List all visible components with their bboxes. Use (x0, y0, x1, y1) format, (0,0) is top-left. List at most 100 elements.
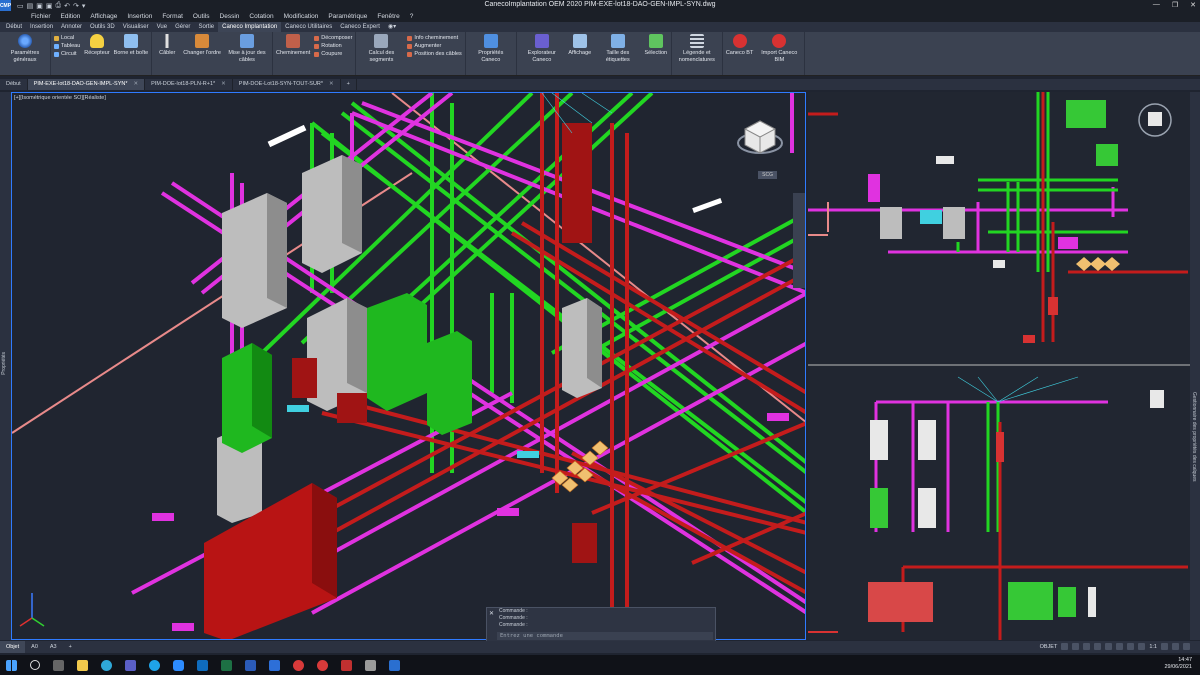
close-tab-icon[interactable]: ✕ (221, 79, 226, 90)
caneco-taskbar-icon[interactable] (389, 659, 400, 671)
tab-sortie[interactable]: Sortie (194, 22, 218, 32)
ucs-badge[interactable]: SCG (758, 171, 777, 179)
grid-icon[interactable] (1061, 643, 1069, 650)
affichage-button[interactable]: Affichage (568, 34, 592, 57)
menu-format[interactable]: Format (157, 13, 188, 20)
layer-properties-side-panel[interactable]: Gestionnaire des propriétés des calques (1190, 92, 1200, 640)
mise-a-jour-cables-button[interactable]: Mise à jour des câbles (225, 34, 269, 63)
menu-cotation[interactable]: Cotation (244, 13, 278, 20)
tableau-button[interactable]: Tableau (54, 43, 80, 49)
taille-etiquettes-button[interactable]: Taille des étiquettes (596, 34, 640, 63)
task-view-icon[interactable] (53, 659, 64, 671)
layout-tab-a3[interactable]: A3 (44, 641, 63, 653)
local-button[interactable]: Local (54, 35, 80, 41)
snap-icon[interactable] (1072, 643, 1080, 650)
parametres-generaux-button[interactable]: Paramètres généraux (3, 34, 47, 63)
skype-icon[interactable] (149, 659, 160, 671)
start-icon[interactable] (6, 659, 17, 671)
info-cheminement-button[interactable]: Info cheminement (407, 35, 461, 41)
menu-parametrique[interactable]: Paramétrique (323, 13, 372, 20)
doc-tab-syn-tout-sur[interactable]: PIM-DOE-Lot18-SYN-TOUT-SUR* ✕ (233, 79, 341, 90)
workspace-icon[interactable] (1161, 643, 1168, 650)
recepteur-button[interactable]: Récepteur (84, 34, 110, 57)
proprietes-caneco-button[interactable]: Propriétés Caneco (469, 34, 513, 63)
augmenter-button[interactable]: Augmenter (407, 43, 461, 49)
doc-tab-pln-r1[interactable]: PIM-DOE-lot18-PLN-R+1* ✕ (145, 79, 233, 90)
outlook-icon[interactable] (197, 659, 208, 671)
new-tab-button[interactable]: + (341, 79, 357, 90)
isolate-icon[interactable] (1172, 643, 1179, 650)
osnap-icon[interactable] (1105, 643, 1113, 650)
explorateur-caneco-button[interactable]: Explorateur Caneco (520, 34, 564, 63)
command-line-window[interactable]: Commande : Commande : Commande : ✕ Entre… (486, 607, 716, 643)
tab-gerer[interactable]: Gérer (171, 22, 194, 32)
teams-icon[interactable] (125, 659, 136, 671)
rotation-button[interactable]: Rotation (314, 43, 352, 49)
search-icon[interactable] (30, 660, 40, 670)
import-caneco-bim-button[interactable]: Import Caneco BIM (757, 34, 801, 63)
annotation-icon[interactable] (1138, 643, 1146, 650)
plan-viewport[interactable] (808, 92, 1190, 640)
selection-button[interactable]: Sélection (644, 34, 668, 57)
viewport-controls-label[interactable]: [+][Isométrique orientée SO][Réaliste] (14, 95, 106, 101)
borne-boite-button[interactable]: Borne et boîte (114, 34, 148, 57)
lineweight-icon[interactable] (1127, 643, 1135, 650)
word-icon[interactable] (245, 659, 256, 671)
cabler-button[interactable]: Câbler (155, 34, 179, 57)
otrack-icon[interactable] (1116, 643, 1124, 650)
cheminement-button[interactable]: Cheminement (276, 34, 310, 57)
position-cables-button[interactable]: Position des câbles (407, 51, 462, 57)
tab-caneco-implantation[interactable]: Caneco Implantation (218, 22, 282, 32)
tab-insertion[interactable]: Insertion (26, 22, 57, 32)
excel-icon[interactable] (221, 659, 232, 671)
tab-outils-3d[interactable]: Outils 3D (86, 22, 119, 32)
menu-help[interactable]: ? (405, 13, 419, 20)
tab-caneco-utilitaires[interactable]: Caneco Utilitaires (281, 22, 336, 32)
close-button[interactable]: ✕ (1190, 1, 1196, 9)
tab-vue[interactable]: Vue (153, 22, 171, 32)
layout-tab-objet[interactable]: Objet (0, 641, 26, 653)
edge-icon[interactable] (101, 659, 112, 671)
doc-tab-impl-syn[interactable]: PIM-EXE-lot18-DAO-GEN-IMPL-SYN* ✕ (27, 79, 146, 90)
properties-side-panel[interactable]: Propriétés (0, 92, 11, 640)
app-icon[interactable] (341, 659, 352, 671)
minimize-button[interactable]: — (1153, 1, 1160, 9)
annotation-scale[interactable]: 1:1 (1149, 644, 1157, 650)
menu-fenetre[interactable]: Fenêtre (372, 13, 404, 20)
close-icon[interactable]: ✕ (489, 610, 494, 617)
menu-fichier[interactable]: Fichier (26, 13, 56, 20)
command-input[interactable]: Entrez une commande (497, 632, 713, 640)
zoom-icon[interactable] (173, 659, 184, 671)
app-icon[interactable] (269, 659, 280, 671)
model-space-toggle[interactable]: OBJET (1040, 644, 1058, 650)
menu-edition[interactable]: Edition (56, 13, 86, 20)
tab-debut[interactable]: Début (2, 22, 26, 32)
viewcube[interactable] (735, 113, 785, 163)
app-icon[interactable] (293, 659, 304, 671)
polar-icon[interactable] (1094, 643, 1102, 650)
doc-tab-debut[interactable]: Début (0, 79, 28, 90)
calcul-segments-button[interactable]: Calcul des segments (359, 34, 403, 63)
menu-affichage[interactable]: Affichage (85, 13, 122, 20)
layout-tab-a0[interactable]: A0 (25, 641, 44, 653)
menu-dessin[interactable]: Dessin (215, 13, 245, 20)
tab-annoter[interactable]: Annoter (57, 22, 86, 32)
coupure-button[interactable]: Coupure (314, 51, 352, 57)
caneco-bt-button[interactable]: Caneco BT (726, 34, 753, 57)
customize-icon[interactable] (1183, 643, 1190, 650)
ortho-icon[interactable] (1083, 643, 1091, 650)
changer-ordre-button[interactable]: Changer l'ordre (183, 34, 221, 57)
navigation-bar[interactable] (793, 193, 805, 288)
system-clock[interactable]: 14:47 29/06/2021 (1164, 657, 1192, 671)
add-layout-button[interactable]: + (63, 641, 78, 653)
ribbon-options-icon[interactable]: ◉▾ (384, 22, 400, 32)
maximize-button[interactable]: ❐ (1172, 1, 1178, 9)
app-icon[interactable] (317, 659, 328, 671)
file-explorer-icon[interactable] (77, 659, 88, 671)
menu-outils[interactable]: Outils (188, 13, 215, 20)
close-tab-icon[interactable]: ✕ (329, 79, 334, 90)
isometric-viewport[interactable]: [+][Isométrique orientée SO][Réaliste] S… (11, 92, 806, 640)
tab-visualiser[interactable]: Visualiser (119, 22, 153, 32)
app-icon[interactable] (365, 659, 376, 671)
decomposer-button[interactable]: Décomposer (314, 35, 352, 41)
